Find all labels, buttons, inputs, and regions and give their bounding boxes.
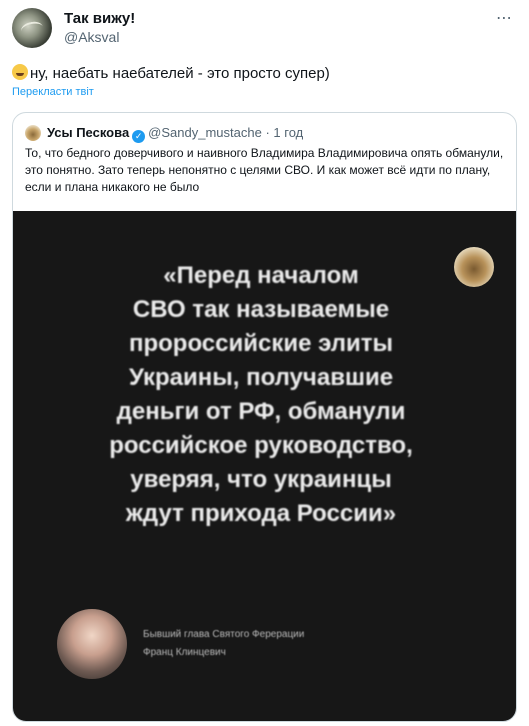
laughing-emoji-icon bbox=[12, 64, 28, 80]
quoted-tweet[interactable]: Усы Пескова ✓ @Sandy_mustache · 1 год То, … bbox=[12, 112, 517, 722]
speaker-caption-line: Франц Клинцевич bbox=[143, 647, 226, 658]
author-name[interactable]: Так вижу! bbox=[64, 10, 135, 27]
quoted-tweet-text: То, что бедного доверчивого и наивного В… bbox=[25, 146, 504, 194]
quoted-author-avatar[interactable] bbox=[25, 125, 41, 141]
image-quote-line: пророссийские элиты bbox=[128, 330, 394, 357]
image-quote-line: СВО так называемые bbox=[132, 296, 390, 323]
tweet-text: ну, наебать наебателей - это просто супе… bbox=[12, 64, 517, 84]
author-handle[interactable]: @Aksval bbox=[64, 29, 119, 45]
image-quote-line: «Перед началом bbox=[163, 262, 359, 289]
verified-badge-icon: ✓ bbox=[132, 130, 146, 143]
tweet-header: Так вижу! @Aksval ⋯ bbox=[12, 8, 517, 48]
image-quote-line: российское руководство, bbox=[109, 432, 413, 459]
speaker-caption: Бывший глава Святого Ферерации Франц Кли… bbox=[143, 626, 443, 662]
image-quote-line: уверяя, что украинцы bbox=[130, 466, 392, 493]
speaker-photo bbox=[57, 609, 127, 679]
image-quote-line: ждут прихода России» bbox=[125, 500, 397, 527]
tweet-text-content: ну, наебать наебателей - это просто супе… bbox=[30, 65, 330, 82]
speaker-caption-line: Бывший глава Святого Ферерации bbox=[143, 629, 305, 640]
image-quote-line: деньги от РФ, обманули bbox=[116, 398, 406, 425]
separator-dot: · bbox=[265, 125, 270, 140]
quoted-tweet-image[interactable]: «Перед началом СВО так называемые пророс… bbox=[13, 211, 516, 721]
image-quote-text: «Перед началом СВО так называемые пророс… bbox=[41, 259, 481, 531]
quoted-tweet-time[interactable]: 1 год bbox=[273, 125, 303, 140]
quoted-tweet-header: Усы Пескова ✓ @Sandy_mustache · 1 год bbox=[47, 125, 303, 143]
quoted-author-name[interactable]: Усы Пескова bbox=[47, 125, 129, 140]
quoted-author-handle[interactable]: @Sandy_mustache bbox=[148, 125, 262, 140]
translate-tweet-link[interactable]: Перекласти твіт bbox=[12, 86, 94, 98]
author-avatar[interactable] bbox=[12, 8, 52, 48]
image-quote-line: Украины, получавшие bbox=[128, 364, 394, 391]
more-options-icon[interactable]: ⋯ bbox=[496, 8, 513, 28]
